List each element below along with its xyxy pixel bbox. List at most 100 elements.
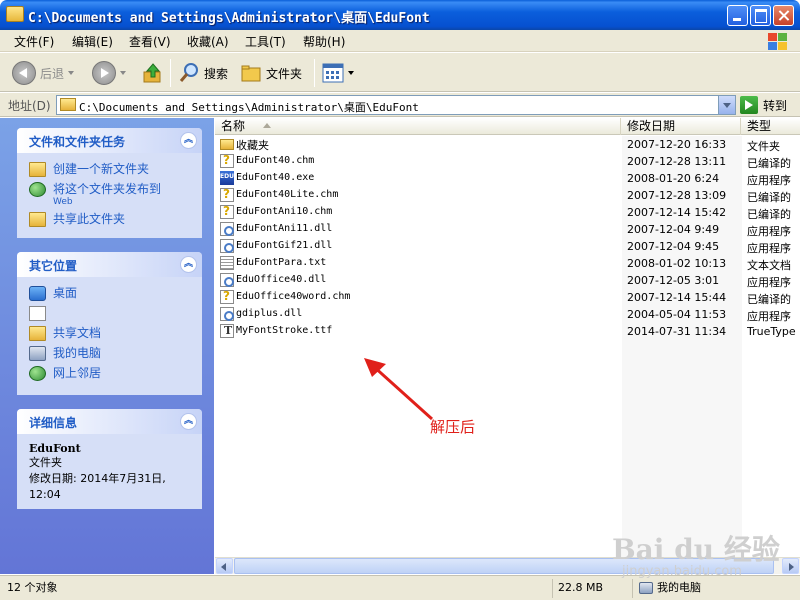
file-row[interactable]: MyFontStroke.ttf 2014-07-31 11:34 TrueTy…: [215, 323, 800, 340]
file-row[interactable]: gdiplus.dll 2004-05-04 11:53 应用程序: [215, 306, 800, 323]
file-row[interactable]: EduFontAni10.chm 2007-12-14 15:42 已编译的: [215, 204, 800, 221]
help-file-icon: [220, 289, 234, 304]
views-button[interactable]: [322, 60, 354, 86]
maximize-button[interactable]: [750, 5, 771, 26]
forward-arrow-icon: [92, 61, 116, 85]
task-label: 将这个文件夹发布到: [53, 182, 162, 196]
place-shared-documents[interactable]: 共享文档: [29, 325, 190, 341]
search-button[interactable]: 搜索: [178, 60, 228, 86]
task-pane: 文件和文件夹任务 ︽ 创建一个新文件夹 将这个文件夹发布到 Web 共享此文件夹…: [0, 118, 214, 574]
network-places-icon: [29, 366, 46, 381]
file-name: EduFont40Lite.chm: [236, 189, 339, 200]
dll-file-icon: [220, 273, 234, 287]
menu-file[interactable]: 文件(F): [14, 33, 54, 50]
file-row[interactable]: EduOffice40word.chm 2007-12-14 15:44 已编译…: [215, 289, 800, 306]
file-name: EduFontAni11.dll: [236, 223, 333, 234]
column-label: 修改日期: [627, 119, 676, 133]
file-date: 2007-12-04 9:45: [627, 240, 720, 253]
toolbar: 后退 搜索 文件夹: [0, 53, 800, 92]
file-row[interactable]: 收藏夹 2007-12-20 16:33 文件夹: [215, 136, 800, 153]
place-network[interactable]: 网上邻居: [29, 365, 190, 381]
go-arrow-icon: [740, 96, 758, 114]
forward-button[interactable]: [92, 60, 126, 86]
file-type: 已编译的: [747, 208, 791, 221]
file-name: gdiplus.dll: [236, 308, 303, 319]
menu-bar: 文件(F) 编辑(E) 查看(V) 收藏(A) 工具(T) 帮助(H): [0, 30, 800, 52]
task-share-folder[interactable]: 共享此文件夹: [29, 211, 190, 227]
views-icon: [322, 63, 344, 83]
file-row[interactable]: EduFont40.chm 2007-12-28 13:11 已编译的: [215, 153, 800, 170]
file-row[interactable]: EduOffice40.dll 2007-12-05 3:01 应用程序: [215, 272, 800, 289]
go-button[interactable]: 转到: [740, 96, 787, 114]
menu-view[interactable]: 查看(V): [129, 33, 171, 50]
task-publish-web[interactable]: 将这个文件夹发布到 Web: [29, 181, 190, 207]
column-header-name[interactable]: 名称: [215, 118, 621, 135]
menu-help[interactable]: 帮助(H): [303, 33, 345, 50]
place-documents[interactable]: [29, 305, 190, 321]
up-folder-button[interactable]: [142, 60, 164, 86]
address-bar: 地址(D) C:\Documents and Settings\Administ…: [0, 93, 800, 117]
file-row[interactable]: EduFontPara.txt 2008-01-02 10:13 文本文档: [215, 255, 800, 272]
watermark-url: jingyan.baidu.com: [622, 564, 742, 579]
up-folder-icon: [143, 63, 161, 83]
place-my-computer[interactable]: 我的电脑: [29, 345, 190, 361]
text-file-icon: [220, 256, 234, 270]
file-row[interactable]: EduFontGif21.dll 2007-12-04 9:45 应用程序: [215, 238, 800, 255]
file-date: 2007-12-28 13:11: [627, 155, 727, 168]
menu-tools[interactable]: 工具(T): [245, 33, 286, 50]
column-header-date[interactable]: 修改日期: [621, 118, 741, 135]
watermark-main: Bai du 经验: [612, 533, 780, 566]
minimize-button[interactable]: [727, 5, 748, 26]
file-date: 2007-12-14 15:42: [627, 206, 727, 219]
panel-title: 其它位置: [29, 259, 78, 273]
close-button[interactable]: [773, 5, 794, 26]
file-type: 应用程序: [747, 242, 791, 255]
my-computer-icon: [639, 582, 653, 594]
chevron-down-icon: [348, 71, 354, 75]
folders-label: 文件夹: [266, 66, 303, 81]
title-bar[interactable]: C:\Documents and Settings\Administrator\…: [0, 0, 800, 30]
other-places-panel: 其它位置 ︽ 桌面 共享文档 我的电脑 网上邻居: [17, 252, 202, 395]
task-sublabel: Web: [53, 197, 73, 207]
file-row[interactable]: EduFont40.exe 2008-01-20 6:24 应用程序: [215, 170, 800, 187]
window-title: C:\Documents and Settings\Administrator\…: [28, 11, 430, 26]
file-tasks-header[interactable]: 文件和文件夹任务 ︽: [17, 128, 202, 153]
status-size: 22.8 MB: [552, 579, 630, 598]
file-row[interactable]: EduFont40Lite.chm 2007-12-28 13:09 已编译的: [215, 187, 800, 204]
file-type: 应用程序: [747, 310, 791, 323]
sort-ascending-icon: [263, 123, 271, 128]
folders-button[interactable]: 文件夹: [240, 60, 302, 86]
place-label: 我的电脑: [53, 346, 102, 360]
file-list[interactable]: 名称 修改日期 类型 收藏夹 2007-12-20 16:33 文件夹 EduF…: [215, 118, 800, 574]
collapse-icon[interactable]: ︽: [180, 413, 197, 430]
chevron-down-icon: [68, 71, 75, 75]
details-header[interactable]: 详细信息 ︽: [17, 409, 202, 434]
scroll-left-button[interactable]: [216, 558, 233, 574]
folder-icon: [60, 98, 76, 111]
other-places-header[interactable]: 其它位置 ︽: [17, 252, 202, 277]
column-header-type[interactable]: 类型: [741, 118, 800, 135]
file-date: 2004-05-04 11:53: [627, 308, 727, 321]
folder-icon: [220, 139, 234, 150]
address-dropdown-button[interactable]: [718, 96, 735, 114]
menu-favorites[interactable]: 收藏(A): [187, 33, 229, 50]
task-new-folder[interactable]: 创建一个新文件夹: [29, 161, 190, 177]
dll-file-icon: [220, 222, 234, 236]
file-type: 已编译的: [747, 157, 791, 170]
place-desktop[interactable]: 桌面: [29, 285, 190, 301]
dll-file-icon: [220, 239, 234, 253]
file-row[interactable]: EduFontAni11.dll 2007-12-04 9:49 应用程序: [215, 221, 800, 238]
windows-logo-icon: [766, 31, 788, 51]
help-file-icon: [220, 204, 234, 219]
address-input[interactable]: C:\Documents and Settings\Administrator\…: [56, 95, 736, 115]
back-button[interactable]: 后退: [12, 60, 75, 86]
search-icon: [179, 63, 198, 82]
collapse-icon[interactable]: ︽: [180, 256, 197, 273]
file-name: EduFontGif21.dll: [236, 240, 333, 251]
menu-edit[interactable]: 编辑(E): [72, 33, 113, 50]
collapse-icon[interactable]: ︽: [180, 132, 197, 149]
file-date: 2008-01-20 6:24: [627, 172, 720, 185]
file-name: EduFontAni10.chm: [236, 206, 333, 217]
column-label: 名称: [221, 119, 246, 133]
toolbar-separator: [314, 59, 315, 87]
